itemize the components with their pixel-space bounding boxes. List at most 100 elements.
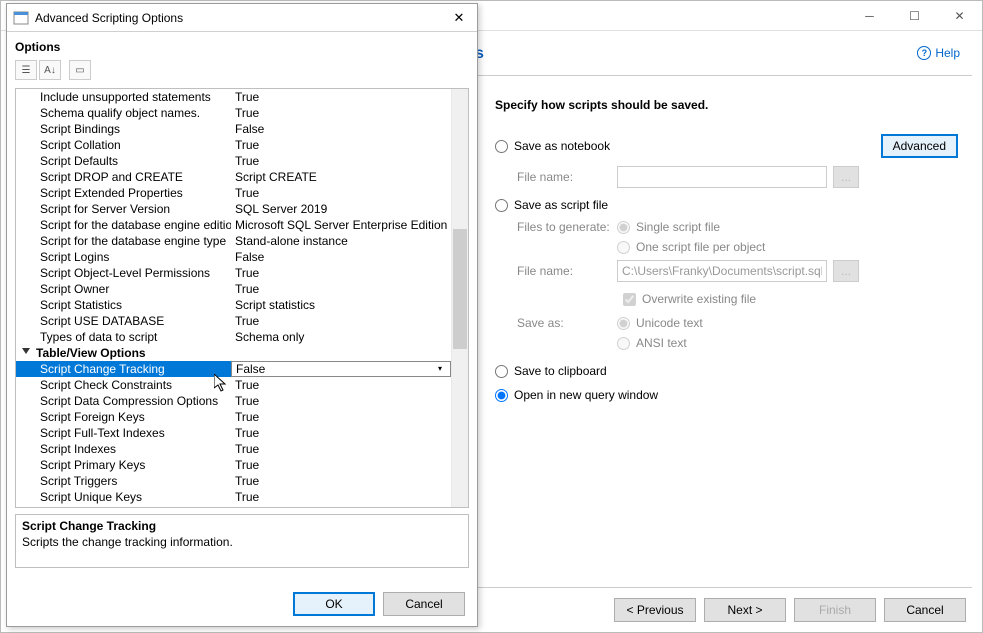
property-value[interactable]: True (231, 489, 451, 505)
property-value[interactable]: Microsoft SQL Server Enterprise Edition (231, 217, 451, 233)
property-label: Script Extended Properties (16, 185, 231, 201)
property-value[interactable]: True (231, 105, 451, 121)
property-row[interactable]: Script TriggersTrue (16, 473, 451, 489)
property-row[interactable]: Script BindingsFalse (16, 121, 451, 137)
property-value[interactable]: True (231, 265, 451, 281)
property-value[interactable]: True (231, 153, 451, 169)
minimize-button[interactable]: ─ (847, 1, 892, 30)
scrollbar-thumb[interactable] (453, 229, 467, 349)
app-icon (13, 10, 29, 26)
overwrite-label: Overwrite existing file (642, 292, 756, 306)
property-row[interactable]: Include unsupported statementsTrue (16, 89, 451, 105)
property-value[interactable]: True (231, 281, 451, 297)
property-value[interactable]: False (231, 249, 451, 265)
save-notebook-row[interactable]: Save as notebook Advanced (495, 134, 958, 158)
property-row[interactable]: Script Extended PropertiesTrue (16, 185, 451, 201)
options-heading: Options (7, 32, 477, 60)
next-button[interactable]: Next > (704, 598, 786, 622)
property-label: Script Full-Text Indexes (16, 425, 231, 441)
cancel-button[interactable]: Cancel (884, 598, 966, 622)
property-row[interactable]: Script OwnerTrue (16, 281, 451, 297)
property-row[interactable]: Schema qualify object names.True (16, 105, 451, 121)
property-value[interactable]: SQL Server 2019 (231, 201, 451, 217)
per-object-radio (617, 241, 630, 254)
save-clipboard-row[interactable]: Save to clipboard (495, 364, 958, 378)
property-pages-button[interactable]: ▭ (69, 60, 91, 80)
property-row[interactable]: Script for Server VersionSQL Server 2019 (16, 201, 451, 217)
property-row[interactable]: Script Unique KeysTrue (16, 489, 451, 505)
property-row[interactable]: Script Change TrackingFalse▾ (16, 361, 451, 377)
save-script-radio[interactable] (495, 199, 508, 212)
property-row[interactable]: Script Primary KeysTrue (16, 457, 451, 473)
advanced-options-dialog: Advanced Scripting Options ✕ Options ☰ A… (6, 3, 478, 627)
property-value[interactable]: True (231, 457, 451, 473)
property-value[interactable]: Script CREATE (231, 169, 451, 185)
maximize-button[interactable]: ☐ (892, 1, 937, 30)
open-query-radio[interactable] (495, 389, 508, 402)
property-row[interactable]: Script DROP and CREATEScript CREATE (16, 169, 451, 185)
save-script-row[interactable]: Save as script file (495, 198, 958, 212)
property-value[interactable]: True (231, 89, 451, 105)
save-notebook-radio[interactable] (495, 140, 508, 153)
files-to-generate-label: Files to generate: (517, 220, 617, 234)
property-value[interactable]: True (231, 441, 451, 457)
advanced-button[interactable]: Advanced (881, 134, 958, 158)
category-header[interactable]: Table/View Options (16, 345, 231, 361)
property-value[interactable]: True (231, 425, 451, 441)
save-as-label: Save as: (517, 316, 617, 330)
ok-button[interactable]: OK (293, 592, 375, 616)
property-row[interactable]: Script CollationTrue (16, 137, 451, 153)
property-label: Script Collation (16, 137, 231, 153)
property-value[interactable]: True (231, 409, 451, 425)
per-object-label: One script file per object (636, 240, 765, 254)
unicode-radio (617, 317, 630, 330)
property-value[interactable]: Script statistics (231, 297, 451, 313)
save-script-label: Save as script file (514, 198, 608, 212)
close-button[interactable]: ✕ (937, 1, 982, 30)
property-row[interactable]: Script Data Compression OptionsTrue (16, 393, 451, 409)
help-label: Help (935, 46, 960, 60)
save-prompt: Specify how scripts should be saved. (495, 98, 958, 112)
property-grid[interactable]: Include unsupported statementsTrueSchema… (15, 88, 469, 508)
clipboard-label: Save to clipboard (514, 364, 607, 378)
property-label: Script for Server Version (16, 201, 231, 217)
property-row[interactable]: Script for the database engine typeStand… (16, 233, 451, 249)
property-label: Script Object-Level Permissions (16, 265, 231, 281)
property-row[interactable]: Script Full-Text IndexesTrue (16, 425, 451, 441)
property-row[interactable]: Types of data to scriptSchema only (16, 329, 451, 345)
property-value[interactable]: True (231, 473, 451, 489)
property-row[interactable]: Script USE DATABASETrue (16, 313, 451, 329)
property-row[interactable]: Script IndexesTrue (16, 441, 451, 457)
property-value[interactable]: False▾ (231, 361, 451, 377)
property-value[interactable]: Stand-alone instance (231, 233, 451, 249)
property-row[interactable]: Script StatisticsScript statistics (16, 297, 451, 313)
clipboard-radio[interactable] (495, 365, 508, 378)
scrollbar[interactable] (451, 89, 468, 507)
script-filename-label: File name: (517, 264, 617, 278)
property-value[interactable]: True (231, 377, 451, 393)
property-label: Script Indexes (16, 441, 231, 457)
categorized-button[interactable]: ☰ (15, 60, 37, 80)
property-value[interactable]: True (231, 313, 451, 329)
dialog-close-button[interactable]: ✕ (447, 8, 471, 28)
dialog-cancel-button[interactable]: Cancel (383, 592, 465, 616)
property-value[interactable]: False (231, 121, 451, 137)
property-value[interactable]: Schema only (231, 329, 451, 345)
description-title: Script Change Tracking (22, 519, 462, 533)
previous-button[interactable]: < Previous (614, 598, 696, 622)
finish-button: Finish (794, 598, 876, 622)
property-row[interactable]: Script LoginsFalse (16, 249, 451, 265)
property-value[interactable]: True (231, 185, 451, 201)
property-row[interactable]: Script Check ConstraintsTrue (16, 377, 451, 393)
property-row[interactable]: Script for the database engine editionMi… (16, 217, 451, 233)
property-row[interactable]: Script Foreign KeysTrue (16, 409, 451, 425)
property-value[interactable]: True (231, 393, 451, 409)
help-link[interactable]: ? Help (917, 46, 960, 60)
property-row[interactable]: Script Object-Level PermissionsTrue (16, 265, 451, 281)
property-row[interactable]: Script DefaultsTrue (16, 153, 451, 169)
alphabetical-button[interactable]: A↓ (39, 60, 61, 80)
chevron-down-icon[interactable]: ▾ (433, 362, 447, 376)
help-icon: ? (917, 46, 931, 60)
open-query-row[interactable]: Open in new query window (495, 388, 958, 402)
property-value[interactable]: True (231, 137, 451, 153)
